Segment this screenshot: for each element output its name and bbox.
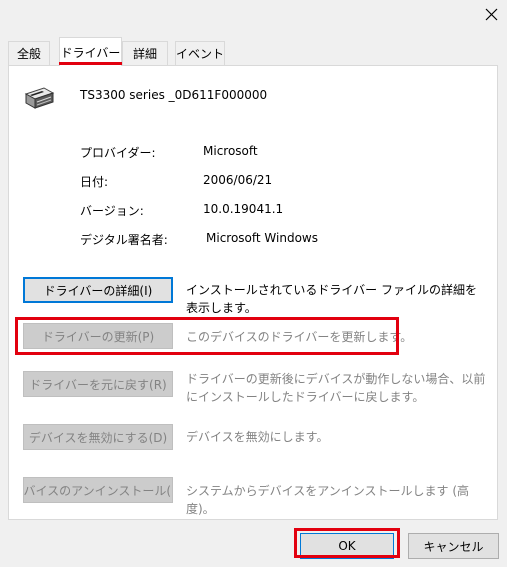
printer-icon [24,87,55,109]
signer-value: Microsoft Windows [206,231,318,245]
disable-device-description: デバイスを無効にします。 [186,430,329,444]
active-tab-underline [59,62,122,65]
cancel-button-label: キャンセル [423,539,484,554]
device-name: TS3300 series _0D611F000000 [80,88,268,102]
uninstall-device-button[interactable]: デバイスのアンインストール(U) [23,477,173,503]
panel-content: TS3300 series _0D611F000000 プロバイダー: Micr… [0,0,507,567]
date-value: 2006/06/21 [203,173,273,187]
signer-label: デジタル署名者: [80,233,168,247]
rollback-driver-button-label: ドライバーを元に戻す(R) [29,377,167,392]
rollback-driver-button[interactable]: ドライバーを元に戻す(R) [23,371,173,397]
driver-details-description: インストールされているドライバー ファイルの詳細を表示します。 [186,283,477,315]
date-label: 日付: [80,175,109,189]
ok-button[interactable]: OK [300,533,394,559]
ok-button-label: OK [338,539,356,553]
uninstall-device-description: システムからデバイスをアンインストールします (高度)。 [186,484,470,516]
provider-value: Microsoft [203,144,258,158]
driver-details-button-label: ドライバーの詳細(I) [43,283,153,298]
uninstall-device-button-label: デバイスのアンインストール(U) [23,483,172,498]
update-driver-button[interactable]: ドライバーの更新(P) [23,323,173,349]
version-label: バージョン: [80,204,144,218]
cancel-button[interactable]: キャンセル [408,533,499,559]
provider-label: プロバイダー: [80,146,156,160]
disable-device-button-label: デバイスを無効にする(D) [28,430,168,445]
version-value: 10.0.19041.1 [203,202,284,216]
update-driver-button-label: ドライバーの更新(P) [41,329,155,344]
driver-details-button[interactable]: ドライバーの詳細(I) [23,277,173,303]
update-driver-description: このデバイスのドライバーを更新します。 [186,330,413,344]
disable-device-button[interactable]: デバイスを無効にする(D) [23,424,173,450]
rollback-driver-description: ドライバーの更新後にデバイスが動作しない場合、以前にインストールしたドライバーに… [186,372,486,404]
